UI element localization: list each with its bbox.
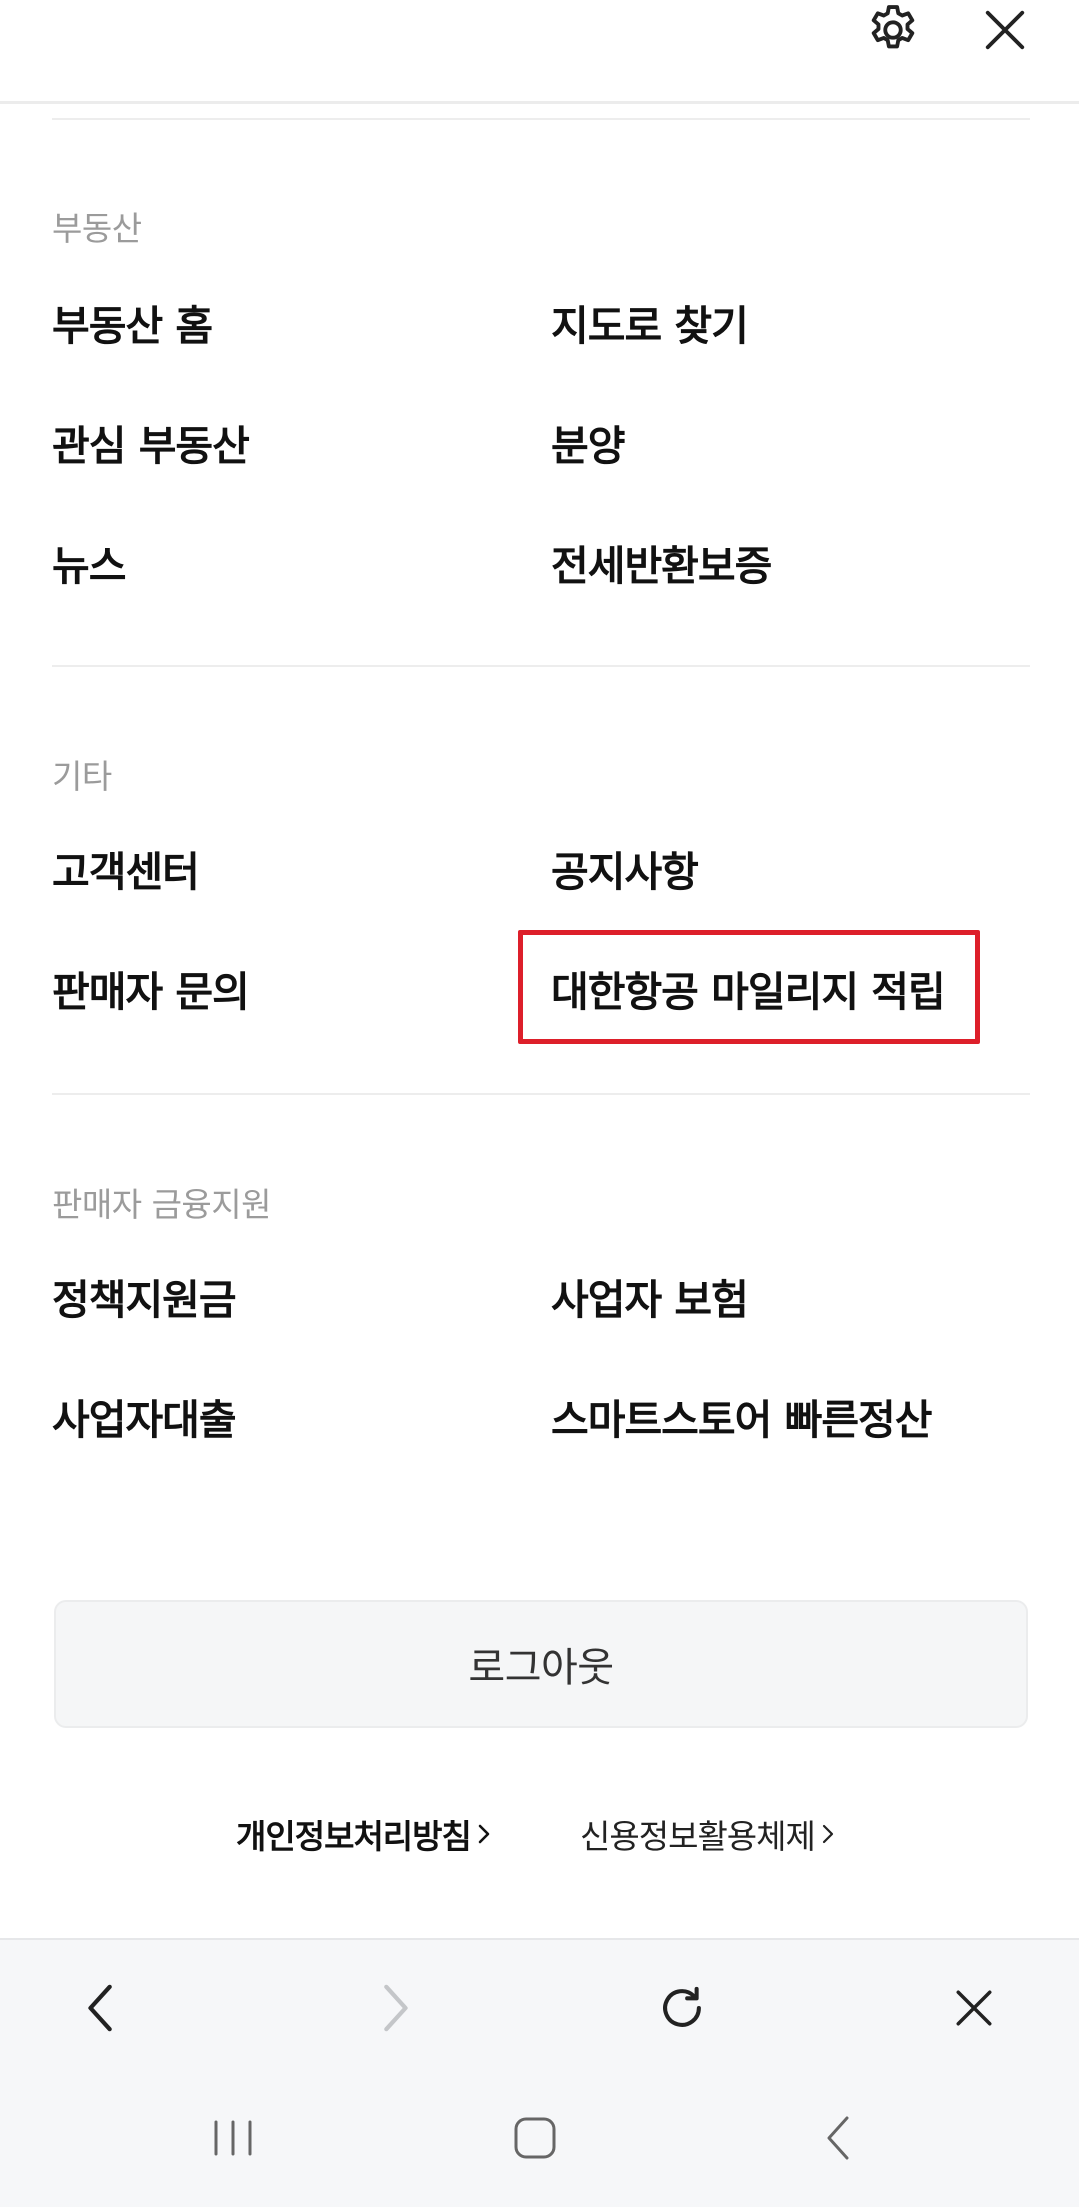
chevron-right-icon — [821, 1821, 835, 1847]
menu-item-presale[interactable]: 분양 — [551, 412, 625, 472]
system-back-button[interactable] — [793, 2103, 883, 2173]
credit-info-label: 신용정보활용체제 — [580, 1817, 816, 1856]
browser-back-button[interactable] — [62, 1968, 142, 2048]
privacy-policy-link[interactable]: 개인정보처리방침 — [236, 1810, 491, 1858]
close-icon — [956, 1990, 992, 2026]
menu-item-quick-settlement[interactable]: 스마트스토어 빠른정산 — [551, 1386, 932, 1446]
gear-icon — [871, 5, 915, 49]
recent-apps-icon — [214, 2120, 252, 2156]
menu-item-customer-center[interactable]: 고객센터 — [52, 838, 200, 898]
menu-item-policy-fund[interactable]: 정책지원금 — [52, 1266, 237, 1326]
menu-page: 부동산 부동산 홈 지도로 찾기 관심 부동산 분양 뉴스 전세반환보증 기타 … — [0, 0, 1079, 2207]
section-title-real-estate: 부동산 — [52, 209, 142, 248]
settings-button[interactable] — [858, 2, 928, 58]
close-button[interactable] — [970, 2, 1040, 58]
menu-item-business-loan[interactable]: 사업자대출 — [52, 1386, 237, 1446]
menu-item-real-estate-home[interactable]: 부동산 홈 — [52, 292, 213, 352]
logout-button[interactable]: 로그아웃 — [54, 1600, 1028, 1728]
home-icon — [514, 2117, 556, 2159]
menu-item-map-search[interactable]: 지도로 찾기 — [551, 292, 749, 352]
menu-item-favorite-real-estate[interactable]: 관심 부동산 — [52, 412, 250, 472]
chevron-left-icon — [88, 1984, 112, 2032]
menu-item-business-insurance[interactable]: 사업자 보험 — [551, 1266, 749, 1326]
menu-item-jeonse-guarantee[interactable]: 전세반환보증 — [551, 532, 772, 592]
menu-item-korean-air-mileage[interactable]: 대한항공 마일리지 적립 — [551, 958, 946, 1018]
section-title-seller-finance: 판매자 금융지원 — [52, 1185, 272, 1224]
browser-toolbar — [0, 1938, 1079, 2081]
back-icon — [827, 2116, 849, 2160]
chevron-right-icon — [477, 1821, 491, 1847]
divider — [52, 665, 1030, 667]
home-button[interactable] — [490, 2103, 580, 2173]
section-title-etc: 기타 — [52, 757, 112, 796]
divider — [52, 118, 1030, 120]
menu-item-notice[interactable]: 공지사항 — [551, 838, 699, 898]
menu-item-news[interactable]: 뉴스 — [52, 532, 126, 592]
system-nav-bar — [0, 2081, 1079, 2207]
close-icon — [985, 10, 1025, 50]
chevron-right-icon — [384, 1984, 408, 2032]
browser-close-button[interactable] — [934, 1968, 1014, 2048]
browser-forward-button[interactable] — [354, 1968, 434, 2048]
credit-info-link[interactable]: 신용정보활용체제 — [580, 1810, 835, 1858]
refresh-icon — [663, 1986, 701, 2027]
browser-refresh-button[interactable] — [642, 1968, 722, 2048]
menu-item-seller-inquiry[interactable]: 판매자 문의 — [52, 958, 250, 1018]
privacy-policy-label: 개인정보처리방침 — [236, 1817, 472, 1856]
divider — [52, 1093, 1030, 1095]
top-bar — [0, 0, 1079, 104]
recent-apps-button[interactable] — [188, 2103, 278, 2173]
